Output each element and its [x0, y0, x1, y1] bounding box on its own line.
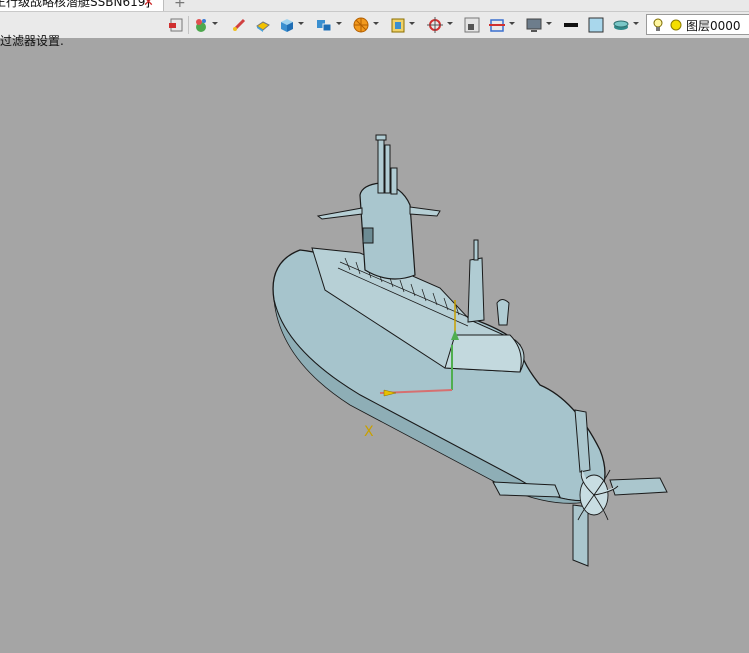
toolbar-separator — [188, 16, 189, 34]
layer-name: 图层0000 — [686, 19, 741, 33]
document-tab[interactable]: 王行级战略核潜艇SSBN619] ✕ — [0, 0, 164, 11]
display-monitor-icon[interactable] — [526, 17, 542, 33]
face-color-icon[interactable] — [588, 17, 604, 33]
assembly-icon[interactable] — [316, 17, 332, 33]
snap-dropdown-icon[interactable] — [447, 22, 453, 25]
layer-stack-dropdown-icon[interactable] — [633, 22, 639, 25]
render-wheel-icon[interactable] — [353, 17, 369, 33]
toolbar — [0, 12, 749, 38]
solid-dropdown-icon[interactable] — [298, 22, 304, 25]
tab-bar: 王行级战略核潜艇SSBN619] ✕ + — [0, 0, 749, 12]
display-dropdown-icon[interactable] — [546, 22, 552, 25]
render-dropdown-icon[interactable] — [373, 22, 379, 25]
move-dropdown-icon[interactable] — [212, 22, 218, 25]
layer-stack-icon[interactable] — [613, 17, 629, 33]
solid-icon[interactable] — [279, 17, 295, 33]
lightbulb-icon[interactable] — [653, 18, 663, 32]
section-dropdown-icon[interactable] — [509, 22, 515, 25]
clipboard-dropdown-icon[interactable] — [409, 22, 415, 25]
layer-visible-icon[interactable] — [670, 19, 682, 31]
assembly-dropdown-icon[interactable] — [336, 22, 342, 25]
section-icon[interactable] — [489, 17, 505, 33]
line-color-icon[interactable] — [563, 17, 579, 33]
face-edit-icon[interactable] — [255, 17, 271, 33]
axis-x-label: X — [364, 424, 374, 440]
document-tab-title: 王行级战略核潜艇SSBN619] — [0, 0, 151, 9]
3d-viewport[interactable]: X — [0, 40, 749, 649]
import-icon[interactable] — [168, 17, 184, 33]
submarine-model[interactable] — [0, 40, 749, 649]
clipboard-icon[interactable] — [390, 17, 406, 33]
move-icon[interactable] — [193, 17, 209, 33]
layer-selector[interactable]: 图层0000 — [646, 14, 749, 35]
add-tab-icon[interactable]: + — [174, 0, 186, 11]
snap-icon[interactable] — [427, 17, 443, 33]
measure-icon[interactable] — [231, 17, 247, 33]
view-panel-icon[interactable] — [464, 17, 480, 33]
close-tab-icon[interactable]: ✕ — [143, 0, 154, 9]
